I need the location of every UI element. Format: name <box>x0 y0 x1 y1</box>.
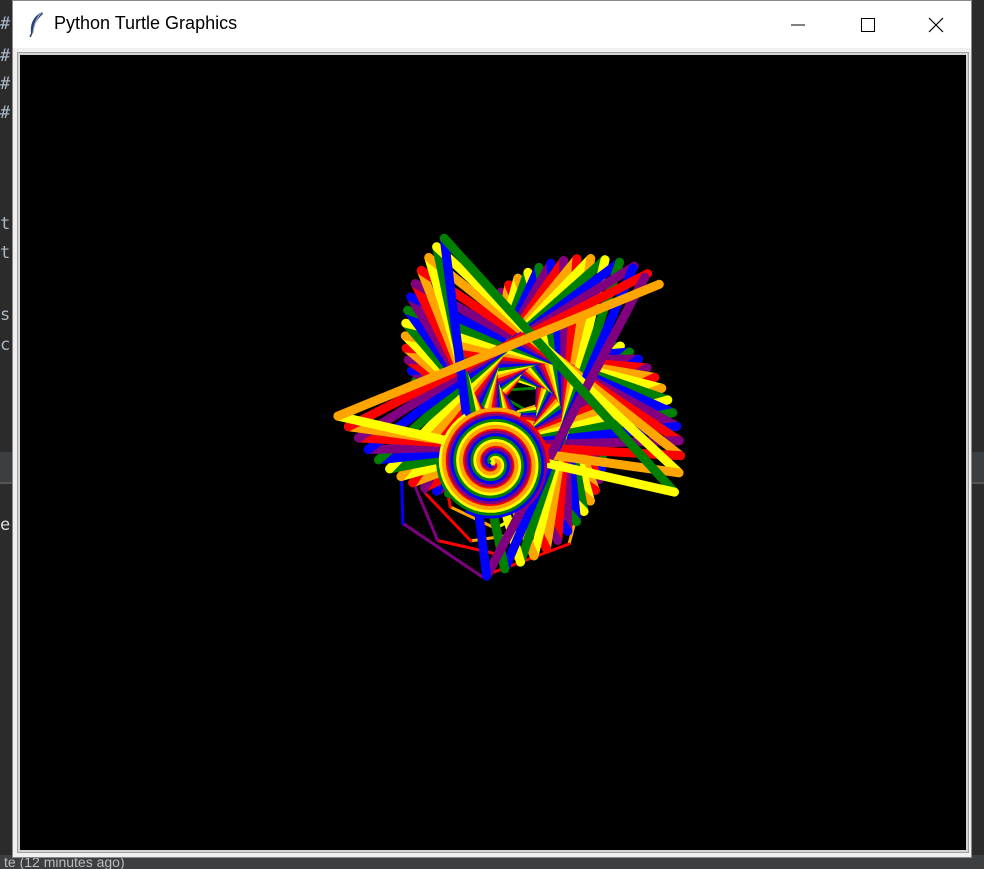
title-bar[interactable]: Python Turtle Graphics <box>13 1 971 48</box>
minimize-icon <box>791 24 805 25</box>
ide-code-fragment: # <box>0 14 11 34</box>
window-title: Python Turtle Graphics <box>54 13 238 33</box>
spiral-star-drawing <box>333 233 685 581</box>
ide-code-fragment: # <box>0 74 11 94</box>
canvas-frame <box>17 52 969 853</box>
ide-code-fragment: t <box>0 214 11 234</box>
close-button[interactable] <box>901 1 971 48</box>
turtle-window: Python Turtle Graphics <box>12 0 972 858</box>
turtle-stroke <box>401 521 484 579</box>
close-icon <box>928 17 944 32</box>
ide-code-fragment: # <box>0 46 11 66</box>
ide-code-fragment: # <box>0 103 11 123</box>
minimize-button[interactable] <box>763 1 833 48</box>
ide-code-fragment: e <box>0 515 11 535</box>
ide-code-fragment: c <box>0 335 11 355</box>
maximize-button[interactable] <box>833 1 903 48</box>
ide-code-fragment: s <box>0 305 11 325</box>
feather-icon <box>29 11 43 37</box>
turtle-canvas[interactable] <box>20 55 966 850</box>
maximize-icon <box>861 17 875 32</box>
ide-code-fragment: t <box>0 243 11 263</box>
star-strokes <box>333 233 685 581</box>
